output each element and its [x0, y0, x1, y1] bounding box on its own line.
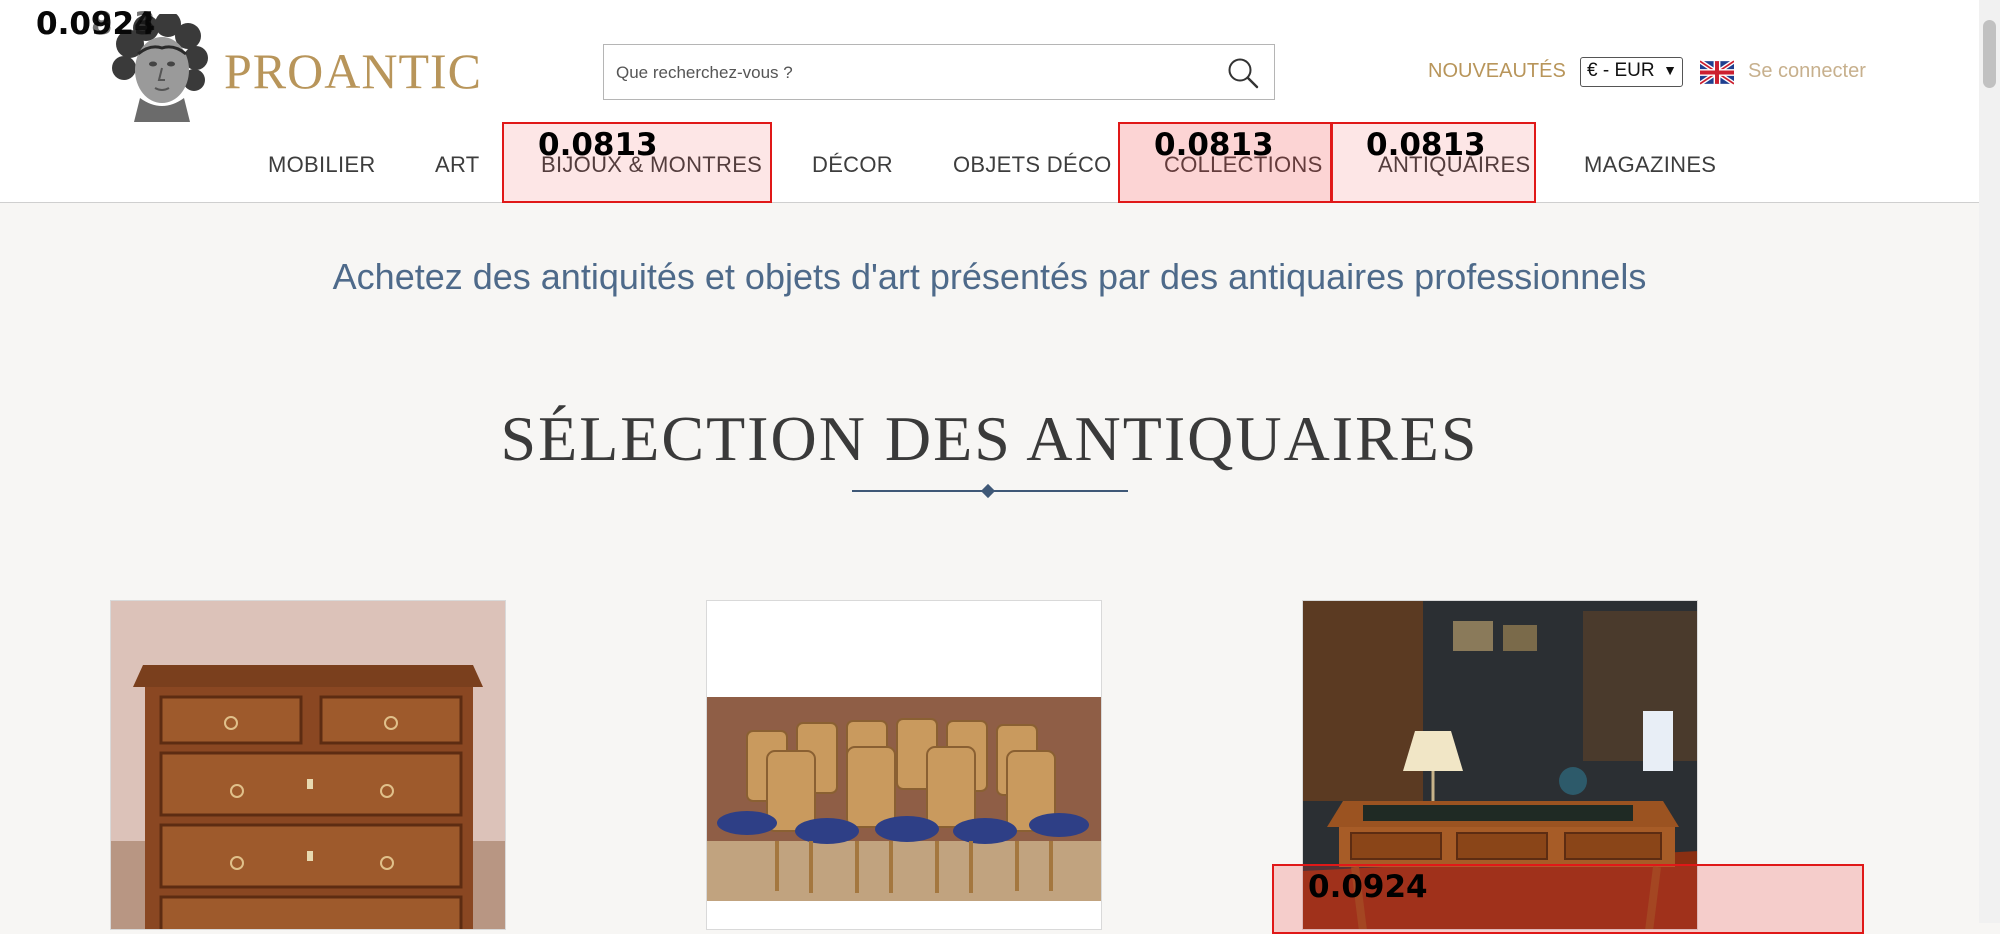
- nouveautes-link[interactable]: NOUVEAUTÉS: [1428, 60, 1566, 83]
- search-input[interactable]: [614, 45, 1218, 101]
- brand-name[interactable]: PROANTIC: [224, 42, 482, 100]
- score-label-bijoux: 0.0813: [538, 127, 658, 163]
- nav-item-objets-deco[interactable]: OBJETS DÉCO: [953, 152, 1112, 178]
- search-bar: [603, 44, 1275, 101]
- chest-of-drawers-image: [111, 601, 505, 929]
- nav-item-decor[interactable]: DÉCOR: [812, 152, 893, 178]
- section-title: SÉLECTION DES ANTIQUAIRES: [500, 403, 1479, 474]
- login-link[interactable]: Se connecter: [1748, 60, 1866, 83]
- page-scrollbar[interactable]: [1979, 0, 2000, 923]
- chairs-set-image: [707, 601, 1101, 929]
- product-card[interactable]: [110, 600, 506, 930]
- nav-item-magazines[interactable]: MAGAZINES: [1584, 152, 1716, 178]
- score-label-collections: 0.0813: [1154, 127, 1274, 163]
- score-label-card: 0.0924: [1308, 869, 1428, 905]
- divider-diamond-icon: [980, 483, 996, 499]
- product-card[interactable]: [706, 600, 1102, 930]
- site-header: PROANTIC NOUVEAUTÉS € - EUR ▼ Se connect…: [0, 0, 1979, 203]
- uk-flag-icon[interactable]: [1698, 59, 1736, 86]
- search-icon[interactable]: [1226, 56, 1260, 90]
- nav-item-mobilier[interactable]: MOBILIER: [268, 152, 376, 178]
- score-label-antiquaires: 0.0813: [1366, 127, 1486, 163]
- chevron-down-icon: ▼: [1663, 62, 1677, 78]
- tagline: Achetez des antiquités et objets d'art p…: [332, 256, 1647, 297]
- scrollbar-thumb[interactable]: [1983, 20, 1996, 88]
- currency-select[interactable]: € - EUR ▼: [1580, 57, 1683, 87]
- currency-selected-value: € - EUR: [1587, 60, 1655, 81]
- nav-item-art[interactable]: ART: [435, 152, 480, 178]
- score-label-logo-overlap: 0.0823: [36, 6, 156, 42]
